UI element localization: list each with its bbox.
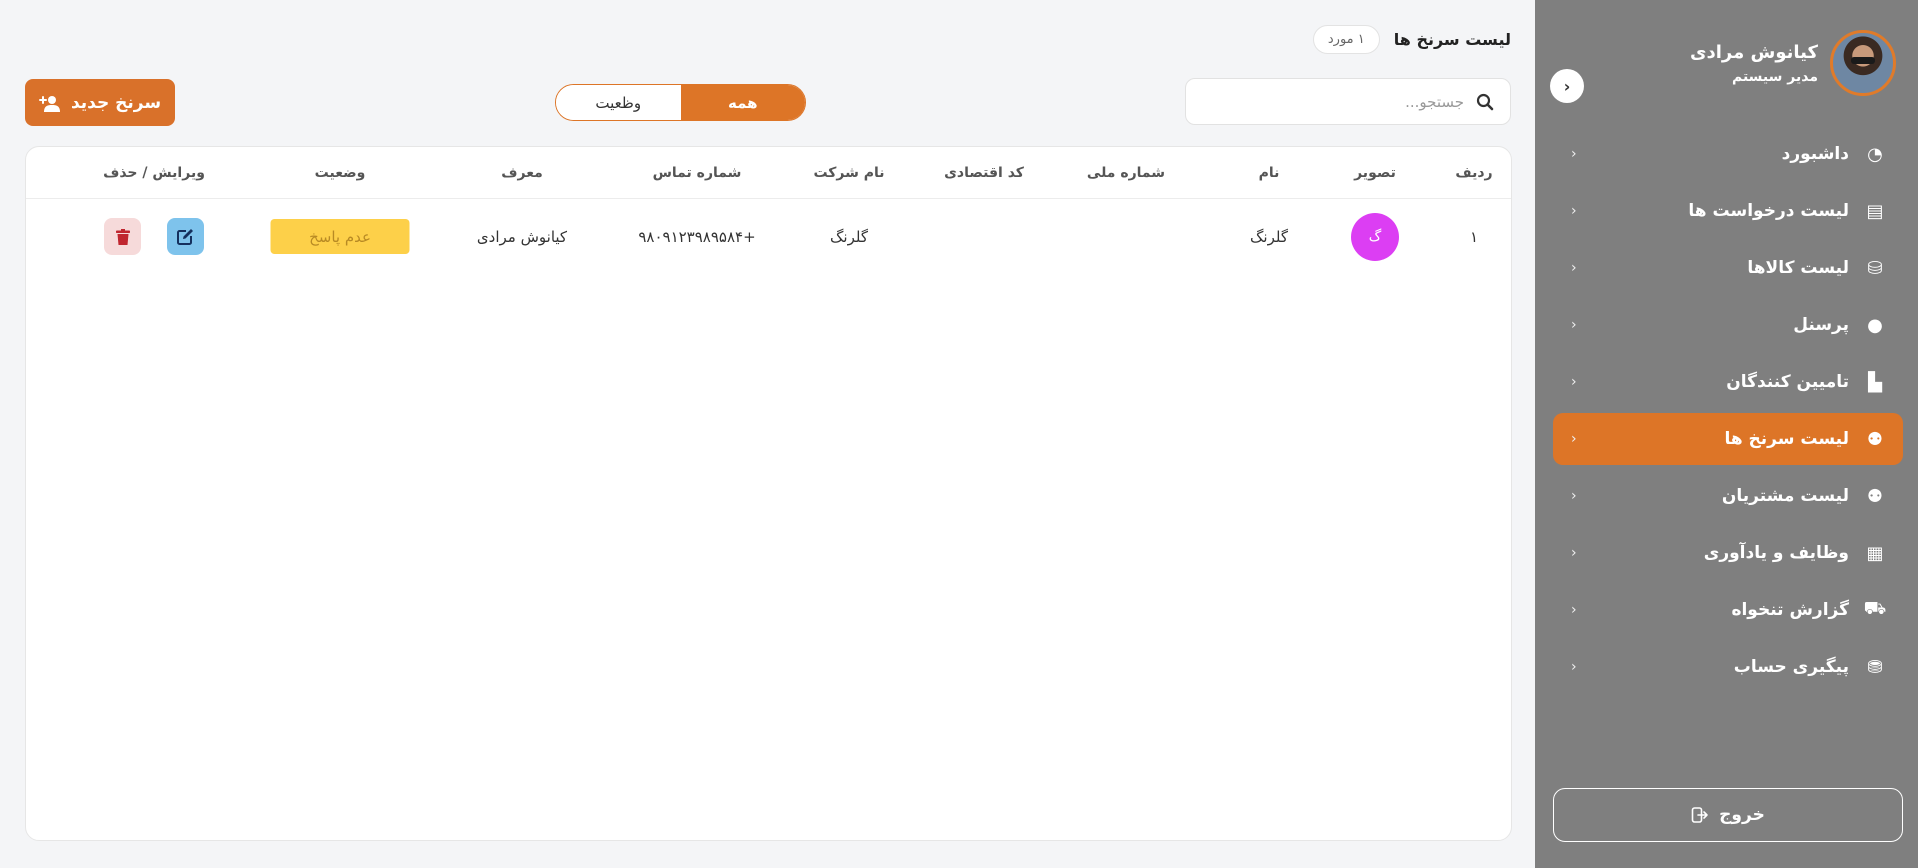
user-plus-icon [38,95,60,112]
column-header: نام شرکت [813,164,885,181]
column-header: نام [1258,164,1280,181]
search-input[interactable] [1202,92,1464,111]
column-header: تصویر [1354,164,1396,181]
leads-table: ردیف تصویر نام شماره ملی کد اقتصادی نام شرکت ش… [25,146,1512,841]
sign-out-icon [1691,807,1708,823]
count-badge: ۱ مورد [1312,25,1380,54]
edit-icon [177,229,193,245]
sidebar-item-5[interactable]: ▙ تامیین کنندگان ‹ [1553,356,1903,408]
sidebar-item-label: لیست سرنخ ها [1724,429,1849,449]
row-referrer: کیانوش مرادی [476,227,568,246]
user-icon: ● [1867,314,1883,336]
column-header: کد اقتصادی [944,164,1024,181]
sidebar-item-7[interactable]: ⚉ لیست مشتریان ‹ [1553,470,1903,522]
search-box [1185,78,1511,125]
avatar[interactable] [1830,30,1896,96]
search-icon[interactable] [1476,93,1494,111]
sidebar-item-label: پرسنل [1793,315,1849,335]
chevron-left-icon: ‹ [1571,431,1577,447]
status-badge: عدم پاسخ [270,219,410,254]
main-content: لیست سرنخ ها ۱ مورد همه وظعیت سرنخ جدید … [0,0,1535,868]
sidebar-item-6[interactable]: ⚉ لیست سرنخ ها ‹ [1553,413,1903,465]
chevron-left-icon: ‹ [1571,602,1577,618]
column-header: ردیف [1455,164,1493,181]
chevron-left-icon: ‹ [1571,488,1577,504]
sidebar-item-label: لیست کالاها [1747,258,1849,278]
sidebar-item-label: داشبورد [1781,144,1849,164]
new-lead-button[interactable]: سرنخ جدید [25,79,175,126]
calendar-icon: ▦ [1866,542,1884,564]
sidebar: کیانوش مرادی مدیر سیستم ‹ ◔ داشبورد ‹ ▤ لیست… [1535,0,1918,868]
cart-icon: ⛟ [1863,598,1887,619]
company-avatar: گ [1351,212,1399,261]
table-row: ۱ گ گلرنگ گلرنگ +۹۸۰۹۱۲۳۹۸۹۵۸۴ کیانوش مر… [26,199,1511,274]
hand-holding-icon: ⛁ [1867,257,1883,279]
money-bag-icon: ⛃ [1867,656,1883,678]
filter-toggle: همه وظعیت [555,84,806,121]
sidebar-item-4[interactable]: ● پرسنل ‹ [1553,299,1903,351]
new-lead-label: سرنخ جدید [70,92,162,113]
row-phone: +۹۸۰۹۱۲۳۹۸۹۵۸۴ [638,227,756,246]
sidebar-item-label: پیگیری حساب [1733,657,1849,677]
logout-label: خروج [1719,805,1765,825]
column-header: وضعیت [314,164,366,181]
row-image-cell: گ [1351,199,1399,274]
profile-name: کیانوش مرادی [1690,41,1818,63]
profile-text: کیانوش مرادی مدیر سیستم [1690,42,1818,85]
industry-icon: ▙ [1868,371,1882,393]
trash-icon [115,228,130,245]
chevron-left-icon: ‹ [1571,545,1577,561]
sidebar-item-2[interactable]: ▤ لیست درخواست ها ‹ [1553,185,1903,237]
edit-button[interactable] [167,218,204,255]
sidebar-item-9[interactable]: ⛟ گزارش تنخواه ‹ [1553,584,1903,636]
chevron-left-icon: ‹ [1571,317,1577,333]
sidebar-item-label: گزارش تنخواه [1731,600,1849,620]
column-header: شماره ملی [1086,164,1166,181]
row-action-buttons [104,218,204,255]
sidebar-item-10[interactable]: ⛃ پیگیری حساب ‹ [1553,641,1903,693]
profile-role: مدیر سیستم [1731,68,1818,85]
column-header: ویرایش / حذف [103,164,205,181]
logout-button[interactable]: خروج [1553,788,1903,842]
sidebar-item-label: لیست درخواست ها [1688,201,1849,221]
row-actions [104,199,204,274]
page-title: لیست سرنخ ها [1393,30,1511,49]
row-status-cell: عدم پاسخ [270,199,410,274]
chevron-left-icon: ‹ [1571,260,1577,276]
chevron-left-icon: ‹ [1563,76,1571,96]
users-icon: ⚉ [1866,485,1884,507]
filter-all-button[interactable]: همه [680,85,805,120]
chevron-left-icon: ‹ [1571,203,1577,219]
dashboard-icon: ◔ [1867,143,1883,165]
sidebar-item-8[interactable]: ▦ وظایف و یادآوری ‹ [1553,527,1903,579]
delete-button[interactable] [104,218,141,255]
sidebar-item-label: وظایف و یادآوری [1703,543,1849,563]
sidebar-item-1[interactable]: ◔ داشبورد ‹ [1553,128,1903,180]
table-header: ردیف تصویر نام شماره ملی کد اقتصادی نام شرکت ش… [26,147,1511,199]
column-header: معرف [501,164,543,181]
sidebar-item-label: لیست مشتریان [1721,486,1849,506]
row-index: ۱ [1469,227,1479,246]
filter-status-button[interactable]: وظعیت [556,85,681,120]
sidebar-collapse-button[interactable]: ‹ [1550,69,1584,103]
chevron-left-icon: ‹ [1571,659,1577,675]
sidebar-item-3[interactable]: ⛁ لیست کالاها ‹ [1553,242,1903,294]
row-company: گلرنگ [830,227,868,246]
users-icon: ⚉ [1866,428,1884,450]
file-chart-icon: ▤ [1866,200,1884,222]
sidebar-menu: ◔ داشبورد ‹ ▤ لیست درخواست ها ‹ ⛁ لیست کالاها ‹ ●… [1553,128,1903,698]
chevron-left-icon: ‹ [1571,374,1577,390]
chevron-left-icon: ‹ [1571,146,1577,162]
sidebar-item-label: تامیین کنندگان [1726,372,1849,392]
row-name: گلرنگ [1250,227,1288,246]
user-profile: کیانوش مرادی مدیر سیستم [1690,30,1896,96]
column-header: شماره تماس [652,164,742,181]
page-header: لیست سرنخ ها ۱ مورد [1312,25,1511,54]
